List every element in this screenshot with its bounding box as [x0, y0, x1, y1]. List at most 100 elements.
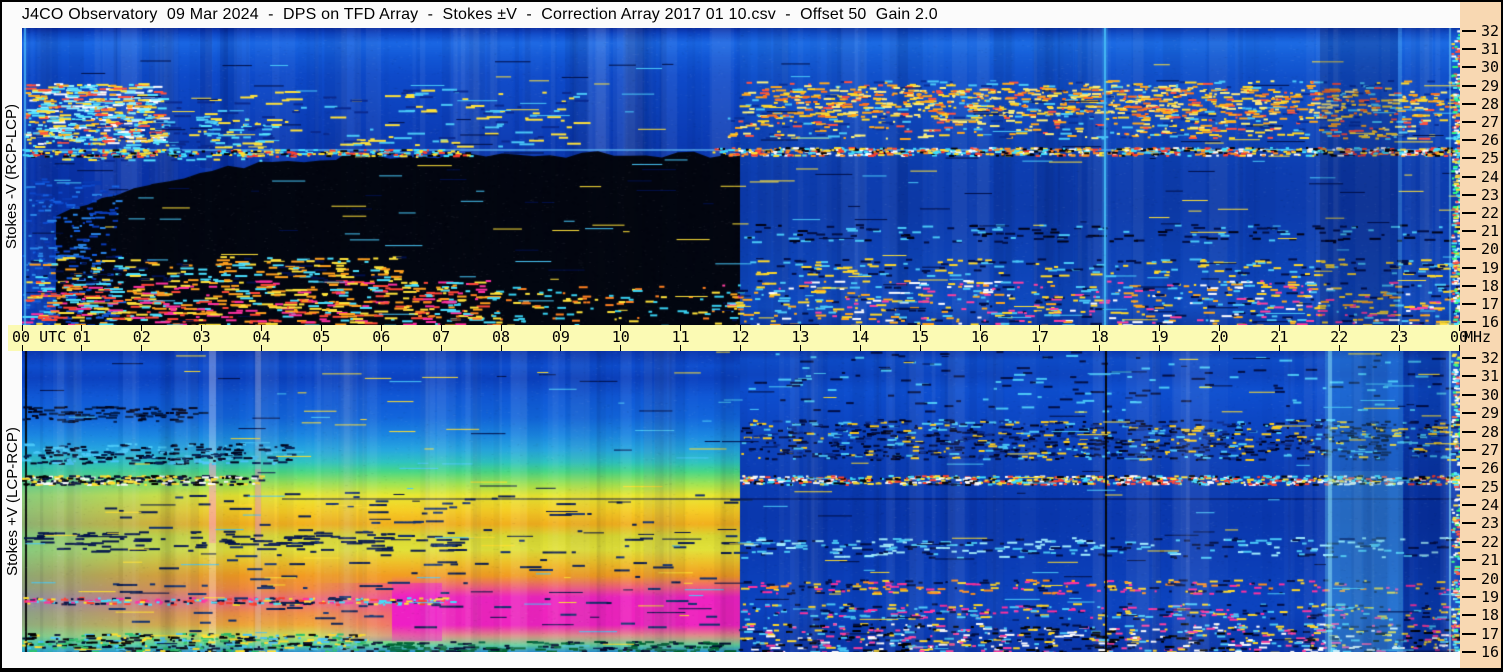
freq-value-label: 26 [1481, 459, 1500, 478]
stokes-plus-v-label: Stokes +V (LCP-RCP) [3, 427, 21, 576]
observatory-spectrogram-window: AJ4CO Observatory 09 Mar 2024 - DPS on T… [0, 0, 1503, 672]
freq-value-label: 30 [1481, 58, 1500, 77]
freq-value-label: 29 [1481, 404, 1500, 423]
freq-value-label: 22 [1481, 204, 1500, 222]
title-bar: AJ4CO Observatory 09 Mar 2024 - DPS on T… [2, 2, 1460, 28]
time-hour-label: 22 [1330, 328, 1349, 346]
freq-value-label: 23 [1481, 185, 1500, 204]
freq-tick-mark [1462, 540, 1476, 543]
time-hour-label: 10 [611, 328, 630, 346]
freq-value-label: 20 [1481, 569, 1500, 588]
freq-value-label: 21 [1481, 222, 1500, 241]
freq-tick-mark [1462, 284, 1476, 287]
stokes-minus-v-label: Stokes -V (RCP-LCP) [3, 103, 21, 250]
freq-value-label: 19 [1481, 587, 1500, 606]
time-hour-label: 01 [72, 328, 91, 346]
freq-value-label: 18 [1481, 276, 1500, 295]
freq-tick-mark [1462, 175, 1476, 178]
freq-value-label: 22 [1481, 532, 1500, 551]
freq-tick-mark [1462, 485, 1476, 488]
freq-tick-mark [1462, 651, 1476, 654]
freq-value-label: 29 [1481, 76, 1500, 95]
freq-tick-mark [1462, 632, 1476, 635]
time-hour-label: 18 [1090, 328, 1109, 346]
time-hour-label: 23 [1390, 328, 1409, 346]
freq-value-label: 27 [1481, 113, 1500, 131]
time-hour-label: 19 [1150, 328, 1169, 346]
time-hour-label: 00 [1449, 328, 1469, 346]
freq-value-label: 24 [1481, 167, 1500, 186]
freq-tick-mark [1462, 504, 1476, 507]
freq-tick-mark [1462, 139, 1476, 142]
freq-value-label: 25 [1481, 477, 1500, 496]
freq-tick-mark [1462, 212, 1476, 214]
freq-tick-mark [1462, 448, 1476, 451]
freq-value-label: 27 [1481, 440, 1500, 459]
freq-tick-mark [1462, 102, 1476, 105]
time-hour-label: 15 [911, 328, 930, 346]
time-hour-label: 06 [372, 328, 391, 346]
freq-value-label: 28 [1481, 94, 1500, 113]
freq-value-label: 19 [1481, 258, 1500, 277]
freq-tick-mark [1462, 303, 1476, 305]
freq-tick-mark [1462, 522, 1476, 525]
left-axis-label-top: Stokes -V (RCP-LCP) [2, 28, 22, 325]
page-title: AJ4CO Observatory 09 Mar 2024 - DPS on T… [11, 6, 938, 23]
freq-tick-mark [1462, 430, 1476, 433]
left-axis-label-bottom: Stokes +V (LCP-RCP) [2, 351, 22, 652]
freq-tick-mark [1462, 193, 1476, 196]
freq-value-label: 31 [1481, 40, 1500, 59]
freq-tick-mark [1462, 321, 1476, 324]
freq-value-label: 24 [1481, 496, 1500, 515]
time-hour-label: 03 [192, 328, 211, 346]
time-hour-label: 11 [671, 328, 690, 346]
freq-tick-mark [1462, 48, 1476, 51]
freq-value-label: 26 [1481, 131, 1500, 150]
freq-tick-mark [1462, 614, 1476, 617]
freq-tick-mark [1462, 595, 1476, 598]
freq-tick-mark [1462, 121, 1476, 123]
freq-value-label: 25 [1481, 149, 1500, 168]
freq-value-label: 21 [1481, 551, 1500, 570]
freq-tick-mark [1462, 157, 1476, 160]
freq-value-label: 23 [1481, 514, 1500, 533]
stokes-plus-v-spectrogram [22, 351, 1460, 652]
time-hour-label: 05 [312, 328, 331, 346]
freq-value-label: 31 [1481, 367, 1500, 386]
time-hour-label: 20 [1210, 328, 1229, 346]
freq-value-label: 17 [1481, 295, 1500, 313]
freq-tick-mark [1462, 559, 1476, 562]
freq-tick-mark [1462, 393, 1476, 396]
time-hour-label: 14 [851, 328, 870, 346]
freq-tick-mark [1462, 357, 1476, 359]
stokes-minus-v-spectrogram [22, 28, 1460, 325]
freq-value-label: 30 [1481, 385, 1500, 404]
freq-tick-mark [1462, 230, 1476, 233]
freq-tick-mark [1462, 467, 1476, 470]
freq-tick-mark [1462, 375, 1476, 378]
freq-tick-mark [1462, 66, 1476, 69]
time-hour-label: 09 [551, 328, 570, 346]
time-hour-label: 08 [491, 328, 511, 346]
time-hour-label: 02 [132, 328, 151, 346]
bottom-margin [2, 652, 1460, 668]
freq-tick-mark [1462, 248, 1476, 251]
time-hour-label: 21 [1270, 328, 1289, 346]
freq-value-label: 32 [1481, 349, 1500, 367]
freq-value-label: 18 [1481, 606, 1500, 625]
freq-tick-mark [1462, 30, 1476, 32]
freq-value-label: 16 [1481, 313, 1500, 332]
time-hour-label: 17 [1030, 328, 1049, 346]
time-hour-label: 16 [970, 328, 990, 346]
freq-tick-mark [1462, 412, 1476, 415]
time-hour-label: 12 [731, 328, 750, 346]
freq-value-label: 16 [1481, 643, 1500, 662]
freq-value-label: 28 [1481, 422, 1500, 441]
time-hour-label: 07 [432, 328, 451, 346]
freq-value-label: 20 [1481, 240, 1500, 259]
freq-value-label: 32 [1481, 22, 1500, 40]
time-hour-label: 04 [252, 328, 271, 346]
freq-tick-mark [1462, 266, 1476, 269]
freq-tick-mark [1462, 84, 1476, 87]
freq-value-label: 17 [1481, 624, 1500, 643]
